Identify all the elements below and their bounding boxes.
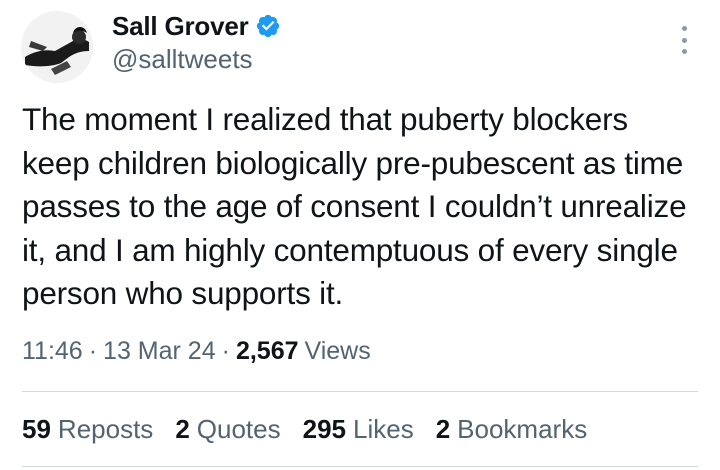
more-vertical-icon[interactable]	[672, 26, 696, 54]
bookmarks-count: 2	[435, 414, 451, 444]
more-dot	[681, 37, 687, 43]
tweet-stats: 59 Reposts 2 Quotes 295 Likes 2 Bookmarks	[22, 414, 609, 445]
meta-separator: ·	[221, 337, 230, 365]
quotes-stat[interactable]: 2 Quotes	[175, 414, 280, 445]
more-dot	[681, 49, 687, 54]
avatar[interactable]	[21, 11, 93, 83]
avatar-photo-icon	[21, 11, 93, 83]
divider	[22, 391, 698, 392]
likes-stat[interactable]: 295 Likes	[303, 414, 414, 445]
reposts-label: Reposts	[57, 414, 154, 444]
bookmarks-label: Bookmarks	[457, 414, 588, 444]
tweet-meta: 11:46 · 13 Mar 24 · 2,567 Views	[22, 337, 371, 366]
views-count: 2,567	[235, 337, 299, 365]
tweet-date[interactable]: 13 Mar 24	[103, 337, 216, 366]
quotes-count: 2	[175, 414, 190, 444]
name-row: Sall Grover	[112, 8, 281, 44]
display-name[interactable]: Sall Grover	[112, 11, 249, 42]
tweet-time[interactable]: 11:46	[22, 337, 83, 366]
likes-label: Likes	[353, 414, 414, 444]
quotes-label: Quotes	[196, 414, 281, 444]
reposts-count: 59	[22, 414, 51, 444]
divider	[22, 466, 698, 467]
views-label: Views	[304, 337, 371, 365]
tweet-text: The moment I realized that puberty block…	[22, 101, 687, 311]
user-handle[interactable]: @salltweets	[112, 44, 253, 75]
bookmarks-stat[interactable]: 2 Bookmarks	[436, 414, 588, 445]
likes-count: 295	[302, 414, 346, 444]
verified-badge-icon[interactable]	[255, 13, 281, 39]
meta-separator: ·	[88, 337, 98, 365]
tweet-card: Sall Grover @salltweets The moment I rea…	[0, 0, 720, 470]
reposts-stat[interactable]: 59 Reposts	[22, 414, 153, 445]
more-dot	[681, 26, 687, 31]
